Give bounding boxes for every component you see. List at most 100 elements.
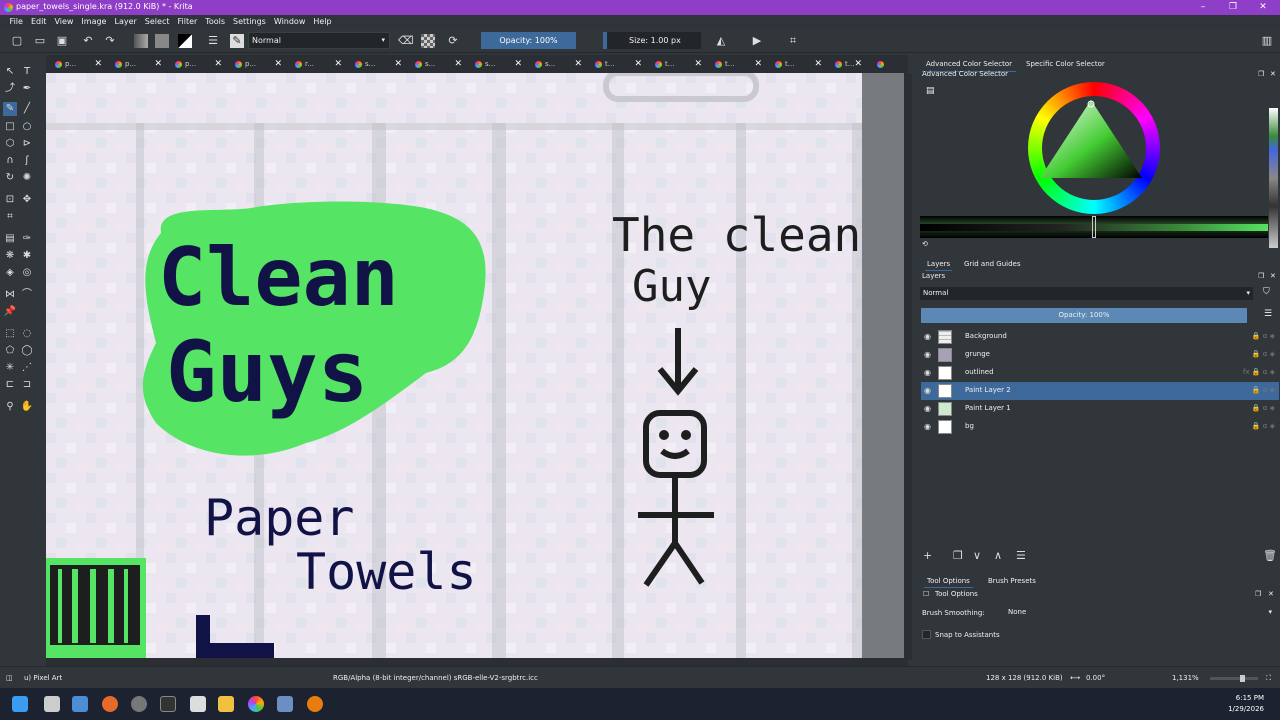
- menu-view[interactable]: View: [50, 15, 77, 29]
- document-tab[interactable]: s... ✕: [466, 55, 526, 73]
- layer-lock-icon[interactable]: 🔒 α ◈: [1252, 332, 1275, 340]
- layer-row[interactable]: ◉ Paint Layer 1 🔒 α ◈: [921, 400, 1279, 418]
- document-tab[interactable]: s... ✕: [526, 55, 586, 73]
- gradient-picker-icon[interactable]: [134, 34, 148, 48]
- document-tab[interactable]: t... ✕: [766, 55, 826, 73]
- pattern-picker-icon[interactable]: [155, 34, 169, 48]
- menu-select[interactable]: Select: [141, 15, 174, 29]
- visibility-eye-icon[interactable]: ◉: [924, 386, 931, 395]
- workspace-icon[interactable]: ▥: [1260, 34, 1274, 48]
- calligraphy-icon[interactable]: ✒: [20, 82, 34, 96]
- snap-checkbox[interactable]: [922, 630, 931, 639]
- pan-tool-icon[interactable]: ✋: [20, 400, 34, 414]
- visibility-eye-icon[interactable]: ◉: [924, 368, 931, 377]
- krita-taskbar-icon[interactable]: [248, 696, 264, 712]
- freehand-select-icon[interactable]: ◯: [20, 344, 34, 358]
- shade-selector[interactable]: [920, 216, 1268, 238]
- document-tab[interactable]: t... ✕: [586, 55, 646, 73]
- zoom-slider[interactable]: [1210, 675, 1258, 682]
- bezier-select-icon[interactable]: ⊏: [3, 378, 17, 392]
- rect-select-icon[interactable]: ⬚: [3, 327, 17, 341]
- canvas-area[interactable]: Clean Guys Paper Towels The clean Guy: [46, 73, 908, 660]
- app-icon[interactable]: [190, 696, 206, 712]
- fullscreen-icon[interactable]: ⛶: [1266, 674, 1271, 683]
- file-explorer-icon[interactable]: [218, 696, 234, 712]
- rotation-icon[interactable]: ⟷: [1070, 674, 1080, 682]
- layer-row[interactable]: ◉ Background 🔒 α ◈: [921, 328, 1279, 346]
- document-tab[interactable]: s... ✕: [406, 55, 466, 73]
- enclose-fill-icon[interactable]: ◎: [20, 266, 34, 280]
- refresh-icon[interactable]: ⟲: [922, 240, 928, 248]
- close-docker-icon[interactable]: ✕: [1270, 272, 1276, 280]
- blender-icon[interactable]: [307, 696, 323, 712]
- new-document-icon[interactable]: ▢: [10, 34, 24, 48]
- assistant-tool-icon[interactable]: ⋈: [3, 288, 17, 302]
- firefox-icon[interactable]: [102, 696, 118, 712]
- menu-settings[interactable]: Settings: [229, 15, 270, 29]
- horizontal-scrollbar[interactable]: [46, 658, 908, 666]
- layer-lock-icon[interactable]: 🔒 α ◈: [1252, 350, 1275, 358]
- document-tab[interactable]: p... ✕: [166, 55, 226, 73]
- float-icon[interactable]: ❐: [1258, 272, 1264, 280]
- editor-icon[interactable]: [277, 696, 293, 712]
- brush-preset-icon[interactable]: ✎: [230, 34, 244, 48]
- redo-icon[interactable]: ↷: [103, 34, 117, 48]
- fill-tool-icon[interactable]: ◈: [3, 266, 17, 280]
- add-layer-icon[interactable]: +: [923, 549, 932, 562]
- layer-lock-icon[interactable]: 🔒 α ◈: [1252, 404, 1275, 412]
- layer-row[interactable]: ◉ grunge 🔒 α ◈: [921, 346, 1279, 364]
- layer-lock-icon[interactable]: fx 🔒 α ◈: [1243, 368, 1275, 376]
- document-tab[interactable]: s... ✕: [346, 55, 406, 73]
- menu-window[interactable]: Window: [270, 15, 310, 29]
- layer-row-selected[interactable]: ◉ Paint Layer 2 🔒 α ◈: [921, 382, 1279, 400]
- hue-wheel[interactable]: [1028, 82, 1160, 214]
- wrap-around-icon[interactable]: ⌗: [786, 34, 800, 48]
- move-layer-down-icon[interactable]: ∨: [973, 549, 981, 562]
- obs-icon[interactable]: [131, 696, 147, 712]
- delete-layer-icon[interactable]: 🗑: [1263, 549, 1277, 562]
- terminal-icon[interactable]: [160, 696, 176, 712]
- layer-opacity-slider[interactable]: Opacity: 100%: [921, 308, 1247, 323]
- document-tab[interactable]: p... ✕: [106, 55, 166, 73]
- current-brush[interactable]: u) Pixel Art: [24, 674, 62, 682]
- move-tool-icon[interactable]: ✥: [20, 193, 34, 207]
- menu-filter[interactable]: Filter: [173, 15, 201, 29]
- freehand-path-icon[interactable]: ʃ: [20, 154, 34, 168]
- open-folder-icon[interactable]: ▭: [33, 34, 47, 48]
- document-tab[interactable]: t... ✕: [706, 55, 766, 73]
- visibility-eye-icon[interactable]: ◉: [924, 350, 931, 359]
- close-docker-icon[interactable]: ✕: [1268, 590, 1274, 598]
- vertical-scrollbar[interactable]: [904, 73, 912, 660]
- color-settings-icon[interactable]: ▤: [926, 86, 935, 96]
- crop-tool-icon[interactable]: ⌗: [3, 210, 17, 224]
- polygon-tool-icon[interactable]: ⬡: [3, 137, 17, 151]
- menu-tools[interactable]: Tools: [201, 15, 229, 29]
- visibility-eye-icon[interactable]: ◉: [924, 332, 931, 341]
- document-tab[interactable]: r... ✕: [286, 55, 346, 73]
- ellipse-tool-icon[interactable]: ○: [20, 120, 34, 134]
- system-clock[interactable]: 6:15 PM 1/29/2026: [1228, 693, 1264, 715]
- zoom-tool-icon[interactable]: ⚲: [3, 400, 17, 414]
- polygon-select-icon[interactable]: ⬠: [3, 344, 17, 358]
- visibility-eye-icon[interactable]: ◉: [924, 404, 931, 413]
- transform-tool-icon[interactable]: ⊡: [3, 193, 17, 207]
- tab-layers[interactable]: Layers: [925, 258, 953, 271]
- move-layer-up-icon[interactable]: ∧: [994, 549, 1002, 562]
- layer-properties-icon[interactable]: ☰: [1016, 549, 1026, 562]
- float-icon[interactable]: ❐: [1258, 70, 1264, 78]
- gradient-tool-icon[interactable]: ▤: [3, 232, 17, 246]
- reload-preset-icon[interactable]: ⟳: [446, 34, 460, 48]
- task-view-icon[interactable]: [44, 696, 60, 712]
- measure-tool-icon[interactable]: ⌒: [20, 288, 34, 302]
- fg-bg-color-icon[interactable]: [178, 34, 192, 48]
- settings-app-icon[interactable]: [72, 696, 88, 712]
- menu-help[interactable]: Help: [309, 15, 335, 29]
- close-window-button[interactable]: ✕: [1248, 0, 1278, 15]
- mirror-horizontal-icon[interactable]: ◭: [714, 34, 728, 48]
- document-tab[interactable]: [868, 55, 888, 73]
- minimize-button[interactable]: –: [1188, 0, 1218, 15]
- save-icon[interactable]: ▣: [55, 34, 69, 48]
- ellipse-select-icon[interactable]: ◌: [20, 327, 34, 341]
- multibrush-icon[interactable]: ✺: [20, 171, 34, 185]
- layer-blend-mode-select[interactable]: Normal ▾: [920, 287, 1253, 300]
